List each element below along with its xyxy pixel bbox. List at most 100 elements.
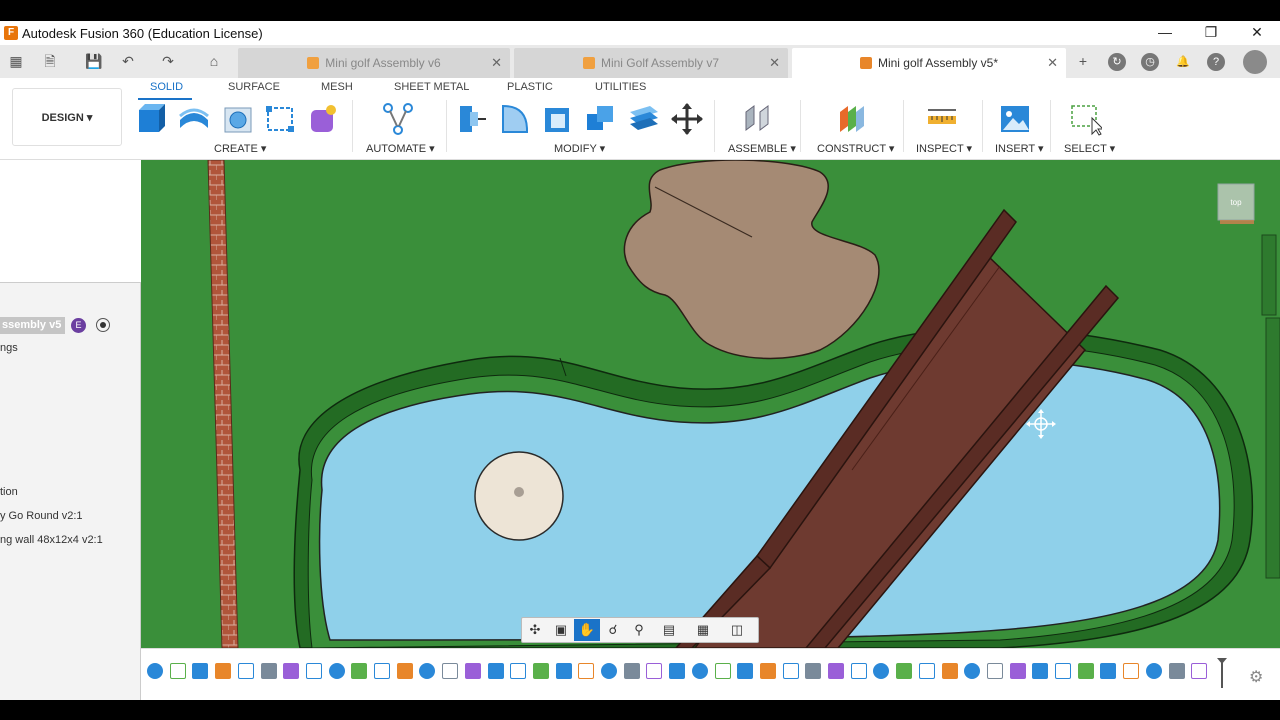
revolve-icon[interactable] — [222, 102, 254, 136]
joint-icon[interactable] — [742, 102, 774, 136]
timeline-feature-icon[interactable] — [351, 663, 368, 679]
timeline-feature-icon[interactable] — [873, 663, 890, 679]
save-icon[interactable]: 💾 — [84, 52, 104, 70]
combine-icon[interactable] — [585, 102, 617, 136]
timeline-feature-icon[interactable] — [1077, 663, 1094, 679]
timeline-feature-icon[interactable] — [1191, 663, 1208, 679]
offset-face-icon[interactable] — [628, 102, 660, 136]
timeline-feature-icon[interactable] — [1123, 663, 1140, 679]
notifications-icon[interactable]: 🔔 — [1174, 53, 1192, 71]
extrude-icon[interactable] — [178, 102, 210, 136]
browser-item-settings[interactable]: ngs — [0, 342, 18, 354]
sweep-icon[interactable] — [264, 102, 296, 136]
timeline-feature-icon[interactable] — [941, 663, 958, 679]
offset-plane-icon[interactable] — [836, 102, 868, 136]
timeline-feature-icon[interactable] — [918, 663, 935, 679]
3d-viewport[interactable]: top — [141, 160, 1280, 648]
inspect-menu[interactable]: INSPECT ▾ — [916, 142, 972, 155]
tab-close-icon[interactable]: ✕ — [491, 55, 502, 71]
timeline-feature-icon[interactable] — [1168, 663, 1185, 679]
timeline-feature-icon[interactable] — [1009, 663, 1026, 679]
home-icon[interactable]: ⌂ — [204, 52, 224, 70]
timeline-feature-icon[interactable] — [850, 663, 867, 679]
redo-icon[interactable]: ↷ — [158, 52, 178, 70]
tab-utilities[interactable]: UTILITIES — [595, 81, 646, 93]
timeline-feature-icon[interactable] — [782, 663, 799, 679]
timeline-feature-icon[interactable] — [305, 663, 322, 679]
timeline-feature-icon[interactable] — [260, 663, 277, 679]
new-tab-icon[interactable]: + — [1073, 52, 1093, 70]
insert-menu[interactable]: INSERT ▾ — [995, 142, 1044, 155]
browser-item-origin[interactable]: tion — [0, 486, 18, 498]
timeline-feature-icon[interactable] — [419, 663, 436, 679]
timeline-feature-icon[interactable] — [737, 663, 754, 679]
tab-sheet-metal[interactable]: SHEET METAL — [394, 81, 469, 93]
select-icon[interactable] — [1070, 102, 1102, 136]
orbit-icon[interactable]: ✣ — [522, 619, 548, 641]
timeline-feature-icon[interactable] — [442, 663, 459, 679]
measure-icon[interactable] — [926, 102, 958, 136]
viewports-icon[interactable]: ◫ — [720, 619, 754, 641]
timeline-feature-icon[interactable] — [487, 663, 504, 679]
automate-menu[interactable]: AUTOMATE ▾ — [366, 142, 435, 155]
undo-icon[interactable]: ↶ — [118, 52, 138, 70]
help-icon[interactable]: ? — [1207, 53, 1225, 71]
timeline-feature-icon[interactable] — [396, 663, 413, 679]
tab-close-icon[interactable]: ✕ — [1047, 55, 1058, 71]
browser-item-wall[interactable]: ng wall 48x12x4 v2:1 — [0, 534, 103, 546]
timeline-feature-icon[interactable] — [828, 663, 844, 679]
timeline-feature-icon[interactable] — [964, 663, 981, 679]
tab-close-icon[interactable]: ✕ — [769, 55, 780, 71]
timeline-feature-icon[interactable] — [1032, 663, 1049, 679]
tab-mini-golf-v5[interactable]: Mini golf Assembly v5* ✕ — [792, 48, 1066, 78]
timeline-feature-icon[interactable] — [623, 663, 640, 679]
timeline-feature-icon[interactable] — [986, 663, 1003, 679]
close-window-icon[interactable]: ✕ — [1234, 21, 1280, 45]
tab-mesh[interactable]: MESH — [321, 81, 353, 93]
timeline-settings-gear-icon[interactable]: ⚙ — [1249, 667, 1263, 687]
timeline-feature-icon[interactable] — [896, 663, 913, 679]
tab-solid[interactable]: SOLID — [150, 81, 183, 93]
file-icon[interactable]: 🗎 — [40, 52, 60, 70]
view-cube[interactable]: top — [1217, 183, 1255, 224]
timeline-feature-icon[interactable] — [510, 663, 527, 679]
timeline-feature-icon[interactable] — [237, 663, 254, 679]
timeline-feature-icon[interactable] — [691, 663, 708, 679]
timeline-feature-icon[interactable] — [215, 663, 232, 679]
browser-root-component[interactable]: ssembly v5 — [0, 317, 66, 334]
fillet-icon[interactable] — [499, 102, 531, 136]
restore-icon[interactable]: ❐ — [1188, 21, 1234, 45]
workspace-switcher[interactable]: DESIGN ▾ — [12, 88, 122, 146]
pan-icon[interactable]: ✋ — [574, 619, 600, 641]
timeline-feature-icon[interactable] — [578, 663, 595, 679]
timeline-feature-icon[interactable] — [192, 663, 209, 679]
insert-image-icon[interactable] — [999, 102, 1031, 136]
assemble-menu[interactable]: ASSEMBLE ▾ — [728, 142, 796, 155]
shell-icon[interactable] — [542, 102, 574, 136]
job-status-icon[interactable]: ◷ — [1141, 53, 1159, 71]
tab-mini-golf-v7[interactable]: Mini Golf Assembly v7 ✕ — [514, 48, 788, 78]
tab-surface[interactable]: SURFACE — [228, 81, 280, 93]
extensions-icon[interactable]: ↻ — [1108, 53, 1126, 71]
avatar[interactable] — [1243, 50, 1267, 74]
timeline-feature-icon[interactable] — [464, 663, 481, 679]
minimize-icon[interactable]: — — [1142, 21, 1188, 45]
timeline-feature-icon[interactable] — [532, 663, 549, 679]
timeline-feature-icon[interactable] — [669, 663, 686, 679]
new-component-icon[interactable] — [136, 102, 168, 136]
timeline-marker-icon[interactable] — [1217, 658, 1227, 688]
press-pull-icon[interactable] — [456, 102, 488, 136]
move-copy-icon[interactable] — [671, 102, 703, 136]
timeline-feature-icon[interactable] — [805, 663, 822, 679]
timeline-feature-icon[interactable] — [147, 663, 163, 679]
tab-plastic[interactable]: PLASTIC — [507, 81, 553, 93]
grid-settings-icon[interactable]: ▦ — [686, 619, 720, 641]
zoom-window-icon[interactable]: ⚲ — [626, 619, 652, 641]
form-icon[interactable] — [307, 102, 339, 136]
construct-menu[interactable]: CONSTRUCT ▾ — [817, 142, 894, 155]
timeline-feature-icon[interactable] — [328, 663, 345, 679]
grid-menu-icon[interactable]: ▦ — [6, 52, 26, 70]
browser-item-merry-go-round[interactable]: y Go Round v2:1 — [0, 510, 83, 522]
timeline-feature-icon[interactable] — [601, 663, 617, 679]
zoom-icon[interactable]: ☌ — [600, 619, 626, 641]
